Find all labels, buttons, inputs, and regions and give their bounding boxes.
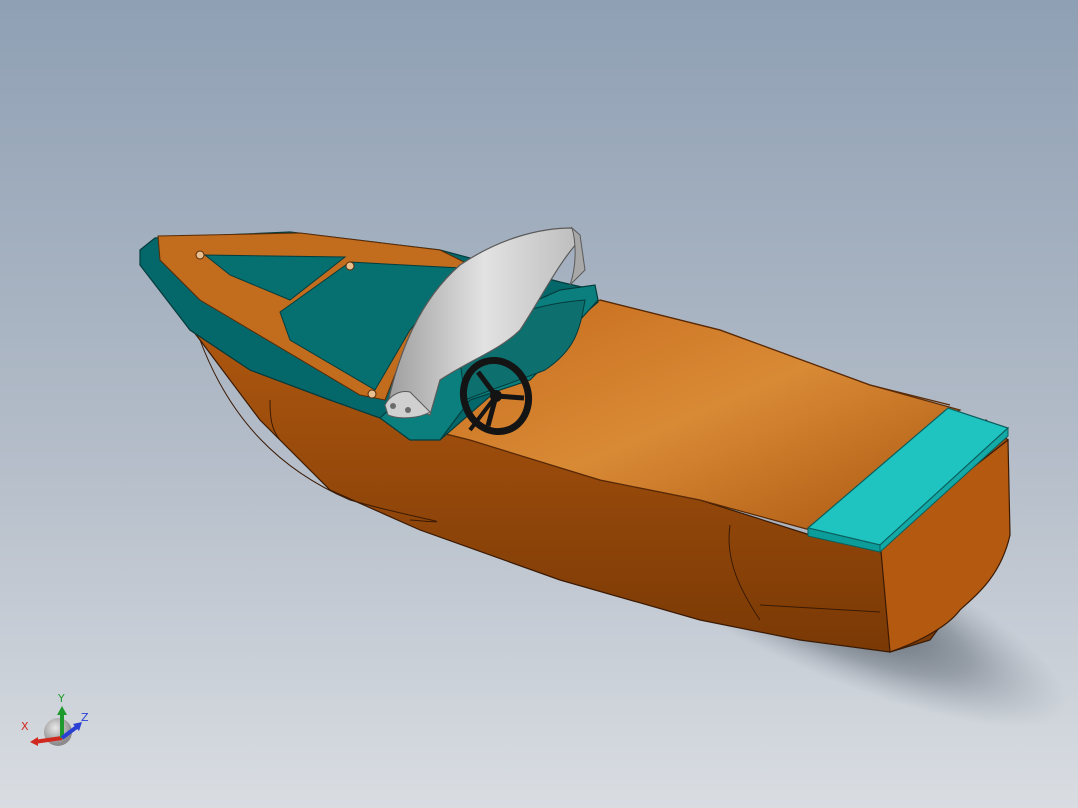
boat-model-view[interactable]	[0, 0, 1078, 808]
triad-z-label: Z	[81, 711, 89, 724]
seat-bolt	[390, 403, 396, 409]
triad-y-label: Y	[58, 692, 65, 705]
triad-x-label: X	[21, 720, 29, 733]
seat-bolt	[405, 407, 411, 413]
trim-bolt	[195, 250, 205, 260]
view-triad[interactable]: Y X Z	[18, 688, 98, 758]
trim-bolt	[367, 389, 377, 399]
triad-y-arrow	[57, 706, 67, 715]
trim-bolt	[345, 261, 355, 271]
triad-x-arrow	[30, 737, 38, 746]
graphics-viewport[interactable]: Y X Z	[0, 0, 1078, 808]
